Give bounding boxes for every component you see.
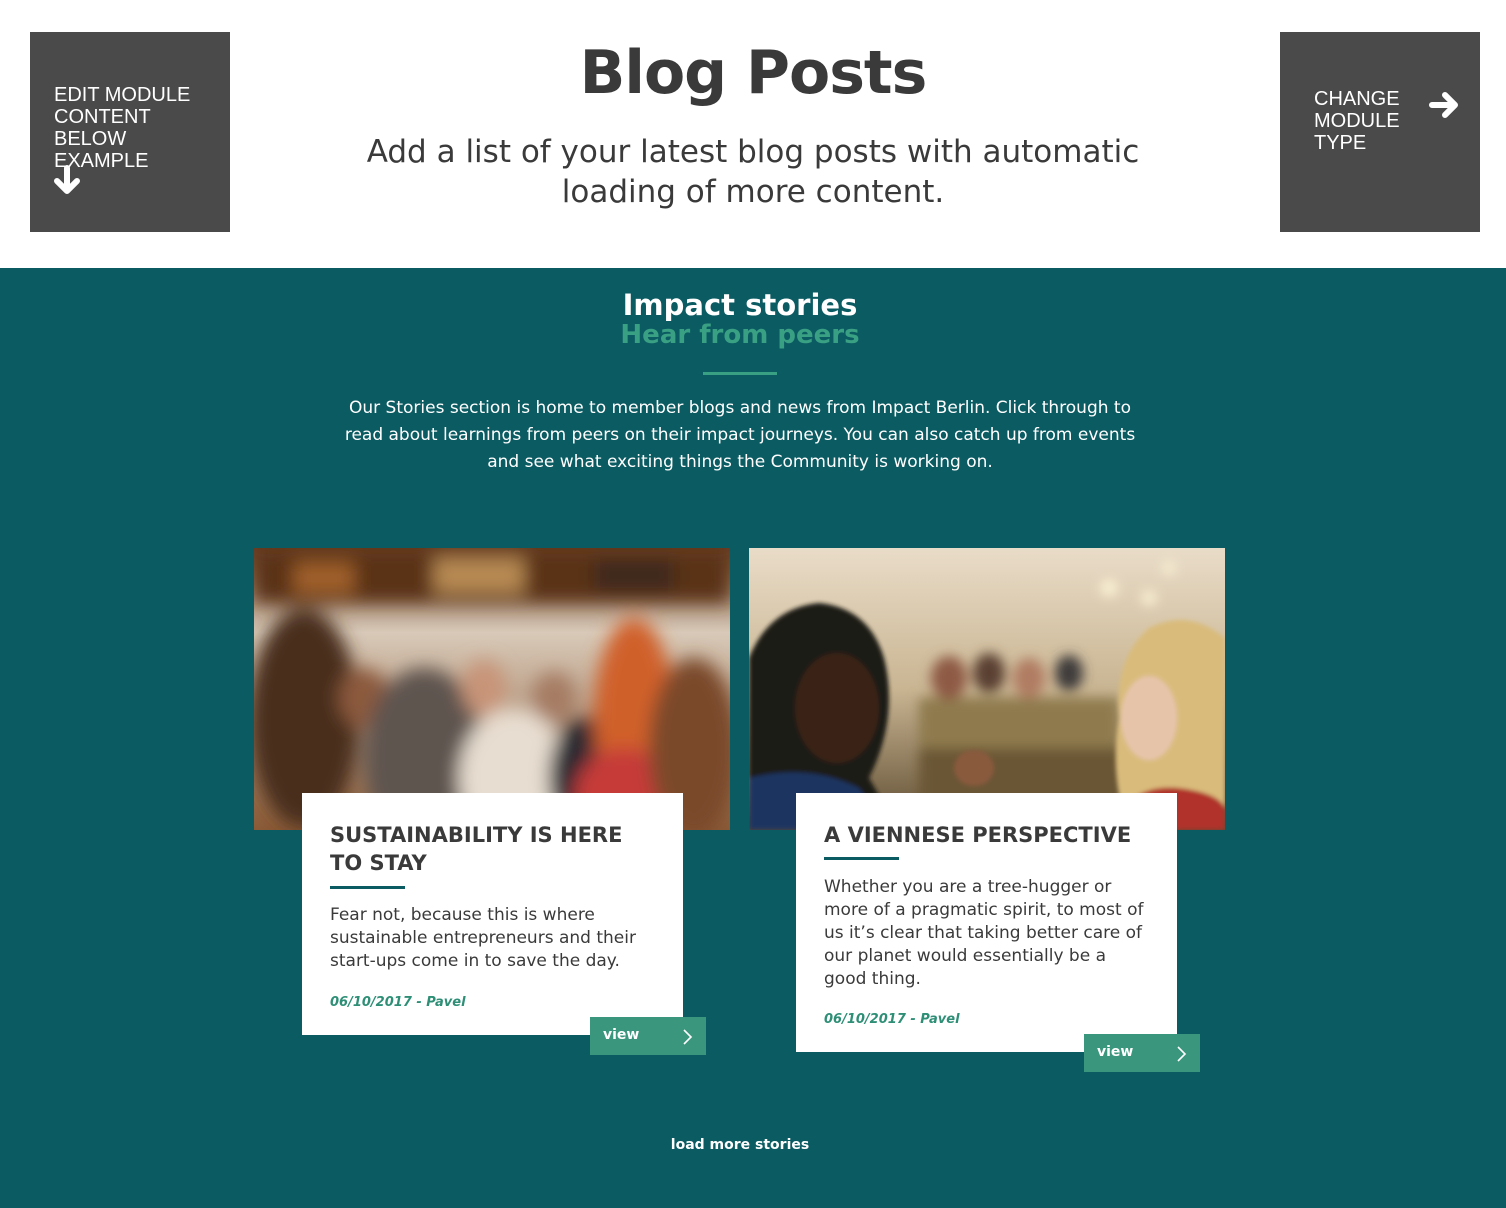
post-title[interactable]: A VIENNESE PERSPECTIVE: [824, 821, 1154, 849]
blog-posts-section: Impact stories Hear from peers Our Stori…: [0, 268, 1506, 1208]
post-card[interactable]: A VIENNESE PERSPECTIVE Whether you are a…: [796, 793, 1177, 1052]
view-label: view: [1097, 1044, 1134, 1060]
post-card[interactable]: SUSTAINABILITY IS HERE TO STAY Fear not,…: [302, 793, 683, 1035]
section-intro: Our Stories section is home to member bl…: [344, 398, 1136, 472]
edit-module-button[interactable]: EDIT MODULE CONTENT BELOW EXAMPLE: [30, 32, 230, 232]
arrow-right-icon: [1428, 88, 1462, 127]
post-meta: 06/10/2017 - Pavel: [330, 995, 466, 1010]
chevron-right-icon: [682, 1028, 694, 1050]
section-divider: [703, 372, 777, 375]
section-subtitle: Hear from peers: [620, 320, 860, 350]
arrow-down-icon: [50, 164, 84, 203]
post-excerpt: Fear not, because this is where sustaina…: [330, 905, 636, 971]
page-subtitle: Add a list of your latest blog posts wit…: [366, 134, 1140, 210]
module-header: EDIT MODULE CONTENT BELOW EXAMPLE Blog P…: [0, 0, 1506, 268]
edit-module-label: EDIT MODULE CONTENT BELOW EXAMPLE: [54, 84, 191, 172]
change-module-type-button[interactable]: CHANGE MODULE TYPE: [1280, 32, 1480, 232]
post-image-conversation[interactable]: [749, 548, 1225, 830]
change-module-label: CHANGE MODULE TYPE: [1314, 88, 1400, 154]
section-title: Impact stories: [622, 288, 858, 322]
post-meta: 06/10/2017 - Pavel: [824, 1012, 960, 1027]
page-title: Blog Posts: [579, 38, 928, 108]
post-divider: [824, 857, 899, 860]
chevron-right-icon: [1176, 1045, 1188, 1067]
post-divider: [330, 886, 405, 889]
view-button[interactable]: view: [590, 1017, 706, 1055]
post-excerpt: Whether you are a tree-hugger or more of…: [824, 877, 1144, 989]
post-title[interactable]: SUSTAINABILITY IS HERE TO STAY: [330, 821, 660, 877]
load-more-link[interactable]: load more stories: [0, 1137, 1480, 1153]
view-button[interactable]: view: [1084, 1034, 1200, 1072]
view-label: view: [603, 1027, 640, 1043]
post-image-crowd[interactable]: [254, 548, 730, 830]
